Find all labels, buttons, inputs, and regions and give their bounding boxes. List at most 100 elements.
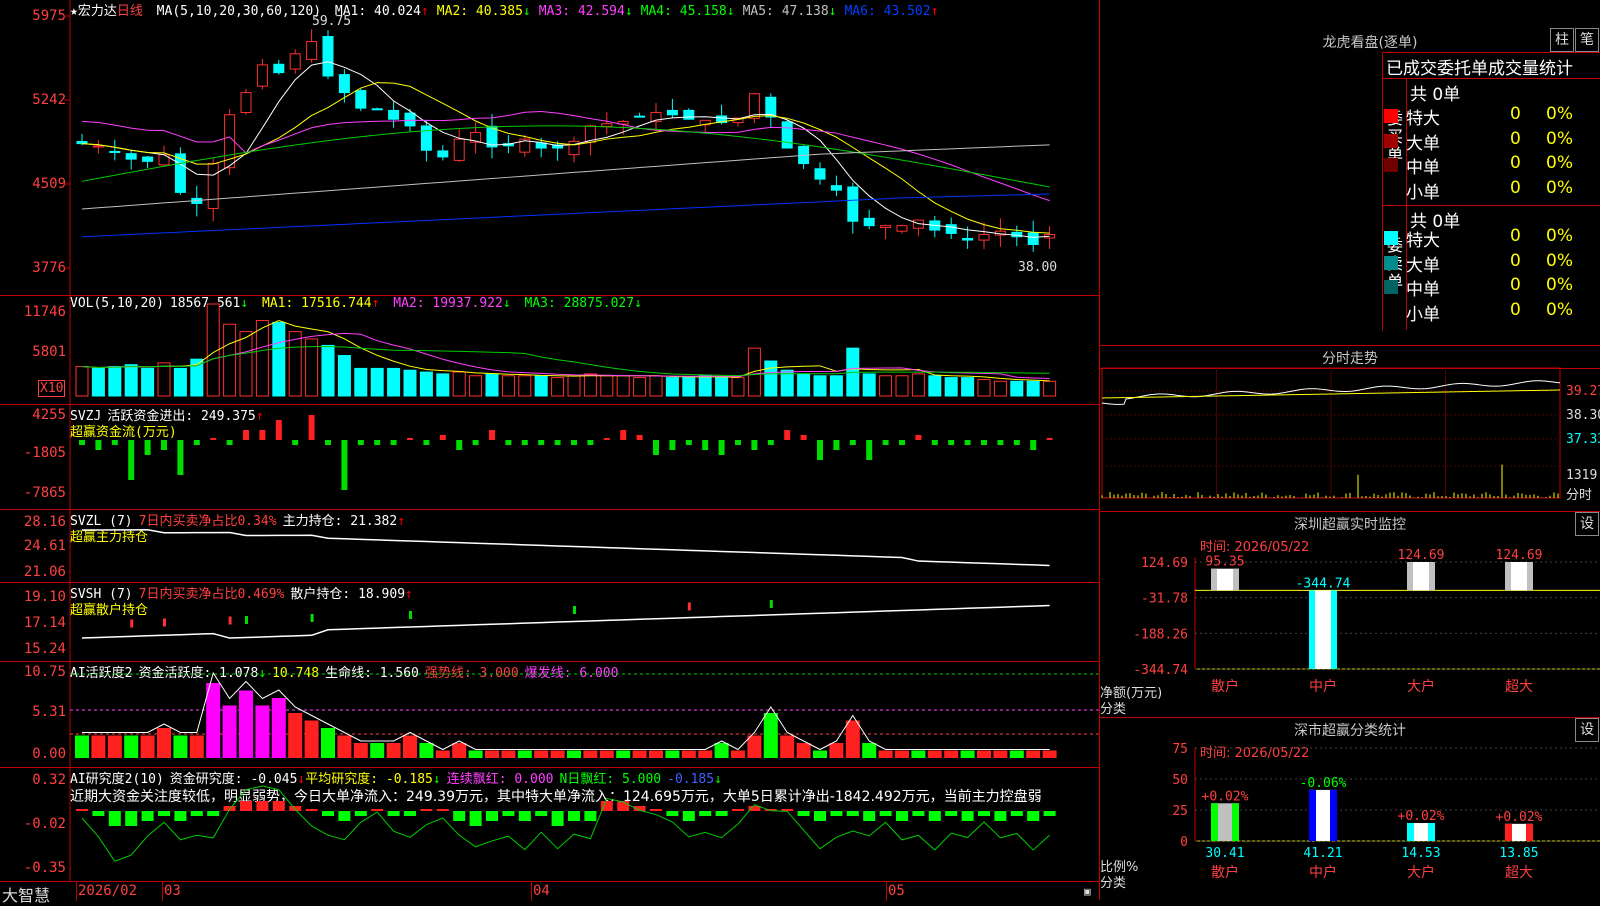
svzl-pane[interactable]: SVZL (7) 7日内买卖净占比0.34% 主力持仓: 21.382↑ 超赢主力持… — [0, 510, 1100, 583]
classify-y-label: 0 — [1180, 835, 1188, 850]
research-bar — [666, 811, 679, 816]
svzj-pane[interactable]: SVZJ 活跃资金进出: 249.375↑ 超赢资金流(万元) 4255 -180… — [0, 405, 1100, 510]
research-bar — [650, 809, 662, 811]
retail-holding-chart[interactable] — [0, 583, 1100, 661]
research-bar — [404, 811, 416, 816]
research-bar — [289, 806, 302, 811]
candle — [240, 92, 252, 113]
tick-mode-button[interactable]: 笔 — [1575, 28, 1599, 52]
research-bar — [502, 811, 515, 816]
monitor-category-label: 大户 — [1407, 678, 1435, 695]
research-bar — [190, 811, 203, 816]
monitor-bar-shade — [1331, 590, 1337, 669]
candle — [92, 145, 104, 148]
research-bar — [453, 811, 466, 821]
dragon-title: 龙虎看盘(逐单) — [1322, 35, 1418, 51]
research-bar — [387, 811, 400, 816]
volume-pane[interactable]: VOL(5,10,20) 18567.561↓ MA1: 17516.744↑ M… — [0, 296, 1100, 405]
dragon-pct: 0% — [1546, 153, 1573, 173]
money-flow-chart[interactable] — [0, 405, 1100, 509]
flow-bar — [685, 440, 692, 445]
vol-bar — [288, 331, 302, 397]
main-holding-line — [81, 529, 1050, 567]
research-chart[interactable] — [0, 768, 1100, 881]
vol-bar — [1043, 380, 1057, 397]
classify-bar-shade — [1428, 822, 1435, 841]
flow-bar — [636, 435, 643, 440]
main-holding-chart[interactable] — [0, 510, 1100, 582]
flow-bar — [325, 440, 331, 445]
candle — [338, 74, 350, 94]
vol-bar — [993, 380, 1007, 397]
activity-bar — [485, 750, 499, 758]
color-swatch — [1384, 133, 1398, 148]
flow-bar — [554, 440, 561, 445]
activity-bar — [911, 750, 926, 758]
classify-bar-shade — [1505, 823, 1512, 841]
vol-bar — [272, 321, 286, 397]
activity-bar — [944, 750, 959, 758]
classify-bar-shade — [1407, 822, 1414, 841]
activity-bar — [649, 750, 663, 758]
ai-research-pane[interactable]: AI研究度2(10) 资金研究度: -0.045↓平均研究度: -0.185↓ 连续… — [0, 768, 1100, 881]
tick-mark — [310, 614, 314, 622]
retail-holding-line — [81, 604, 1050, 639]
vol-bar — [813, 375, 827, 397]
tick-mark — [163, 618, 166, 627]
lock-icon[interactable]: ▣ — [1084, 885, 1091, 898]
activity-bar — [534, 750, 549, 758]
date-sep — [162, 882, 163, 901]
research-bar — [551, 811, 564, 826]
classify-bar-shade — [1309, 789, 1316, 841]
intraday-panel[interactable]: 分时走势 39.27 38.30 37.33 1319 分时 — [1100, 345, 1600, 511]
research-bar — [1043, 811, 1056, 816]
candle — [683, 109, 695, 120]
candle — [207, 163, 219, 210]
monitor-panel[interactable]: 深圳超赢实时监控 设 时间: 2026/05/22 净额(万元) 分类 124.… — [1100, 511, 1600, 717]
activity-chart[interactable] — [0, 662, 1100, 767]
vol-bar — [157, 362, 171, 397]
flow-bar — [603, 438, 610, 440]
candle — [355, 90, 367, 109]
classify-panel[interactable]: 深市超赢分类统计 设 时间: 2026/05/22 比例% 分类 75 50 25 0… — [1100, 717, 1600, 901]
price-pane[interactable]: ★宏力达日线 MA(5,10,20,30,60,120) MA1: 40.024… — [0, 0, 1100, 296]
vol-bar — [698, 375, 712, 397]
activity-bar — [140, 735, 155, 758]
candle — [420, 125, 432, 151]
flow-bar — [439, 435, 446, 440]
candlestick-chart[interactable] — [0, 0, 1100, 295]
buy-count: 共 0单 — [1410, 85, 1461, 105]
activity-bar — [288, 713, 303, 758]
flow-bar — [899, 440, 905, 445]
flow-bar — [1030, 440, 1037, 450]
color-swatch — [1384, 109, 1398, 123]
classify-pct-label: 14.53 — [1401, 846, 1440, 861]
research-bar — [240, 801, 252, 811]
monitor-category-label: 中户 — [1309, 678, 1337, 695]
classify-delta-label: +0.02% — [1202, 789, 1249, 804]
intraday-chart[interactable] — [1100, 346, 1600, 511]
ai-activity-pane[interactable]: AI活跃度2资金活跃度: 1.078↓10.748生命线: 1.560强势线: … — [0, 662, 1100, 768]
activity-bar — [977, 750, 991, 758]
candle — [535, 142, 547, 149]
monitor-bar-shade — [1505, 562, 1511, 591]
activity-bar — [780, 735, 795, 758]
svsh-pane[interactable]: SVSH (7) 7日内买卖净占比0.469% 散户持仓: 18.909↑ 超赢散户… — [0, 583, 1100, 662]
dragon-header: 已成交委托单成交量统计 — [1386, 59, 1573, 79]
activity-bar — [1009, 750, 1024, 758]
candle — [273, 63, 285, 74]
color-swatch — [1384, 231, 1398, 245]
vol-bar — [173, 367, 187, 397]
classify-chart[interactable]: 75 50 25 0 +0.02% 30.41 散户 -0.06% 41.21 中户 +0.02% 1… — [1100, 718, 1600, 901]
flow-bar — [292, 440, 299, 445]
research-bar — [846, 811, 859, 816]
volume-chart[interactable] — [0, 296, 1100, 404]
monitor-chart[interactable]: 124.69 -31.78 -188.26 -344.74 95.35 散户 -344.74… — [1100, 512, 1600, 717]
bar-mode-button[interactable]: 柱 — [1550, 28, 1574, 52]
dragon-sep — [1382, 205, 1600, 206]
research-bar — [732, 809, 744, 811]
classify-category-label: 大户 — [1407, 864, 1435, 881]
activity-bar — [960, 750, 975, 758]
flow-bar — [308, 415, 315, 440]
vol-bar — [1010, 380, 1024, 397]
